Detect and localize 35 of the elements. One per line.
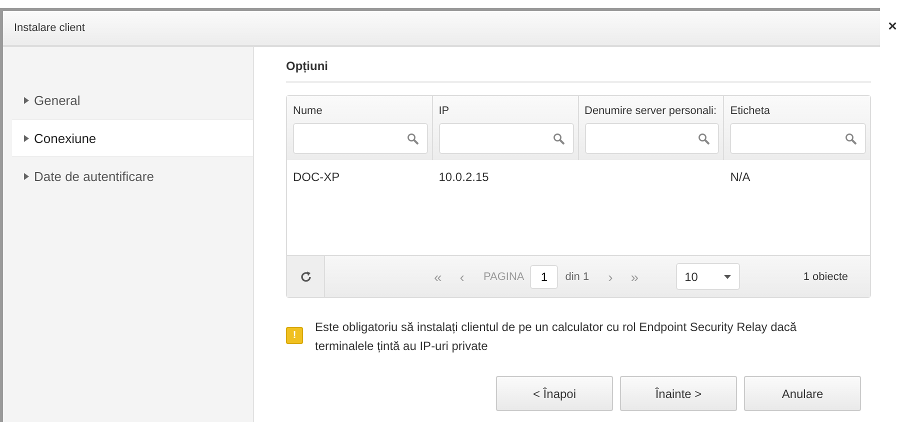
page-input[interactable]: 1 (530, 264, 558, 288)
filter-field[interactable] (293, 123, 428, 154)
caret-icon (24, 134, 29, 142)
search-icon (845, 132, 857, 144)
page-total: din 1 (565, 270, 590, 282)
table-cell: DOC-XP (293, 170, 340, 184)
dialog-button[interactable]: Înainte > (620, 376, 737, 411)
refresh-button[interactable] (287, 256, 325, 297)
column-header: Denumire server personali: (584, 105, 718, 117)
page-size-dropdown[interactable]: 10 (676, 263, 740, 290)
warning-icon: ! (286, 327, 303, 344)
table-cell: N/A (730, 170, 750, 184)
column-header: Eticheta (730, 105, 771, 117)
filter-field[interactable] (730, 123, 866, 154)
page-label: PAGINA (483, 270, 524, 282)
close-button[interactable]: × (880, 8, 905, 44)
sidebar-item[interactable]: Conexiune (12, 119, 253, 157)
refresh-icon (300, 270, 312, 282)
warning-message: Este obligatoriu să instalați clientul de pe un calculator cu rol Endpoint Security Relay dacă terminalele țintă au IP-uri private (315, 319, 798, 355)
dialog-button[interactable]: Anulare (744, 376, 861, 411)
caret-icon (24, 96, 29, 104)
column-header: IP (438, 105, 450, 117)
caret-icon (24, 172, 29, 180)
caret-icon (724, 274, 731, 278)
window-title: Instalare client (14, 22, 85, 34)
column-header: Nume (293, 105, 324, 117)
item-count: 1 obiecte (803, 270, 848, 282)
table-cell: 10.0.2.15 (438, 170, 489, 184)
filter-field[interactable] (584, 123, 720, 154)
search-icon (698, 132, 710, 144)
dialog-button[interactable]: < Înapoi (496, 376, 613, 411)
search-icon (552, 132, 564, 144)
section-title: Opțiuni (286, 59, 871, 83)
filter-field[interactable] (438, 123, 574, 154)
search-icon (406, 132, 419, 144)
